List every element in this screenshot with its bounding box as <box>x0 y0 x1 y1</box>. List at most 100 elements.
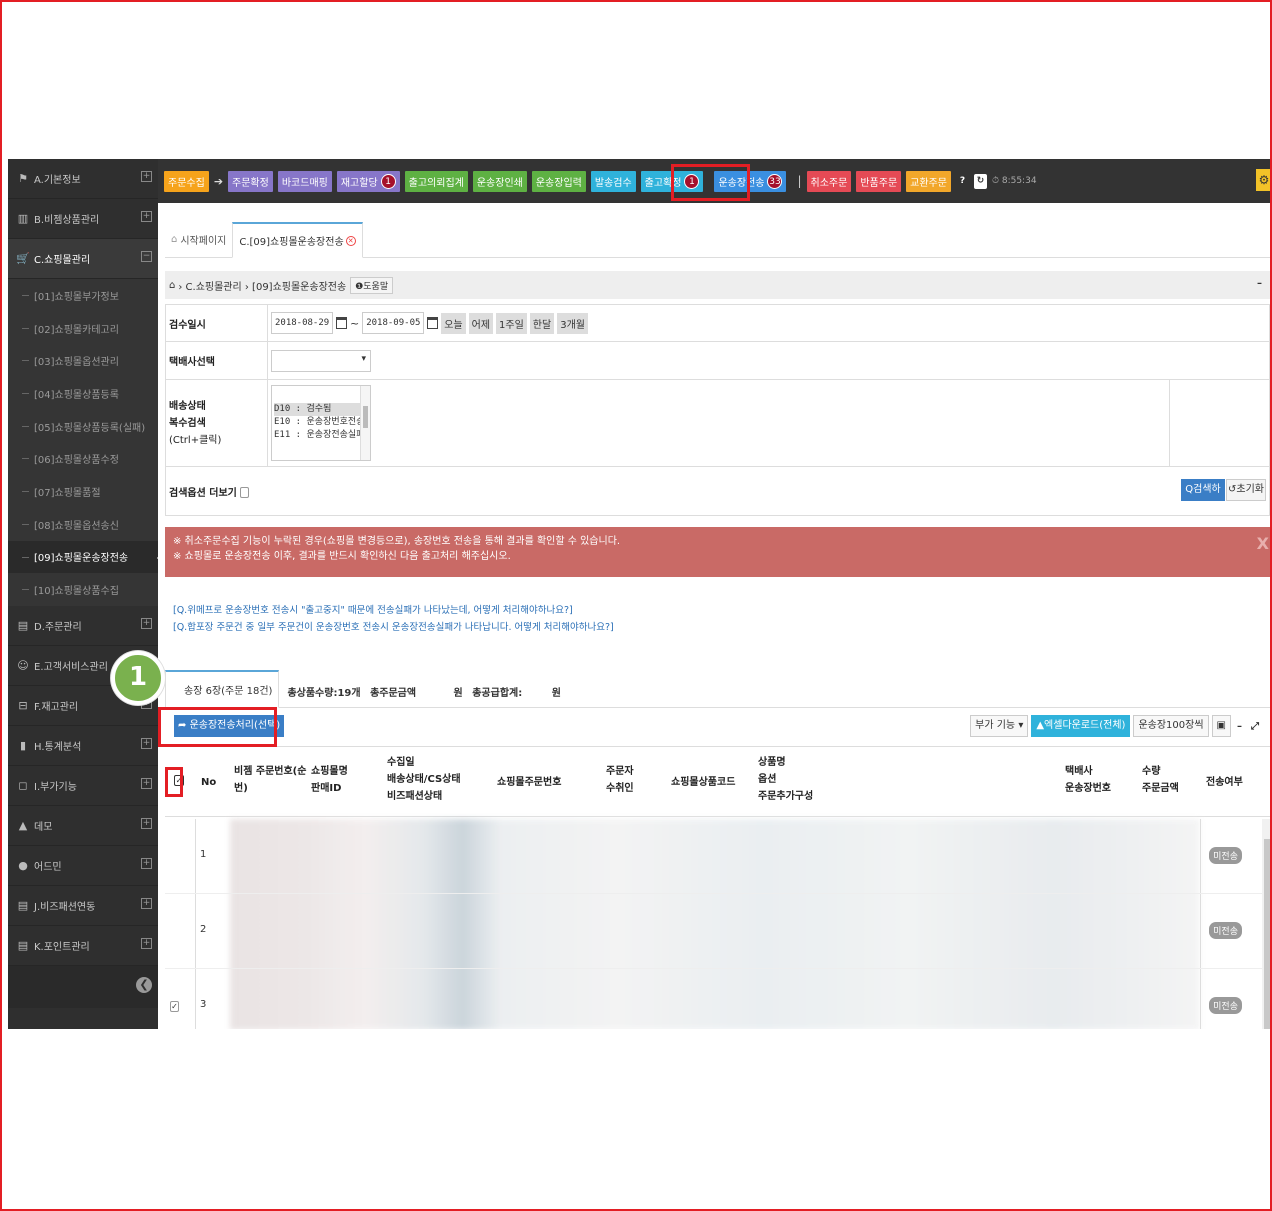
close-alert-icon[interactable]: X <box>1257 536 1269 552</box>
faq-link[interactable]: [Q.위메프로 운송장번호 전송시 "출고중지" 때문에 전송실패가 나타났는데… <box>173 602 1272 619</box>
tab-invoice-summary[interactable]: 송장 6장(주문 18건) <box>165 670 280 708</box>
page-size-select[interactable]: 운송장100장씩 <box>1133 715 1209 737</box>
sidebar-subitem[interactable]: [02]쇼핑몰카테고리 <box>8 312 158 345</box>
currency-unit: 원 <box>551 688 561 699</box>
col-header-no[interactable]: No <box>201 774 216 791</box>
exchange-orders-button[interactable]: 교환주문 <box>906 170 951 192</box>
sidebar-subitem[interactable]: [06]쇼핑몰상품수정 <box>8 442 158 475</box>
sidebar-item-basic-info[interactable]: ⚑ A.기본정보 + <box>8 159 158 199</box>
sidebar-subitem[interactable]: [05]쇼핑몰상품등록(실패) <box>8 410 158 443</box>
status-label-line: 복수검색 <box>169 417 206 429</box>
date-to-input[interactable]: 2018-09-05 <box>362 312 425 334</box>
table-row[interactable]: 1 미전송 <box>165 819 1272 894</box>
extra-features-dropdown[interactable]: 부가 기능 ▾ <box>970 715 1029 737</box>
expand-icon[interactable]: + <box>141 857 152 869</box>
sidebar-subitem[interactable]: [10]쇼핑몰상품수집 <box>8 573 158 606</box>
col-header-product[interactable]: 상품명 옵션 주문추가구성 <box>758 754 813 805</box>
return-orders-button[interactable]: 반품주문 <box>856 170 902 192</box>
calendar-icon[interactable] <box>427 317 439 329</box>
home-icon[interactable]: ⌂ <box>169 280 175 291</box>
column-settings-icon[interactable]: ▣ <box>1211 715 1231 737</box>
quick-3months-button[interactable]: 3개월 <box>557 312 588 334</box>
more-options-checkbox[interactable] <box>240 487 250 498</box>
col-header-order-no[interactable]: 비젬 주문번호(순 번) <box>234 763 306 797</box>
sidebar-subitem[interactable]: [07]쇼핑몰품절 <box>8 475 158 508</box>
collapse-sidebar-icon[interactable]: ❮ <box>136 976 152 993</box>
col-header-sent[interactable]: 전송여부 <box>1206 774 1243 791</box>
expand-icon[interactable]: + <box>141 897 152 909</box>
sidebar-item-label: D.주문관리 <box>34 621 82 633</box>
sidebar-item-product[interactable]: ▥ B.비젬상품관리 + <box>8 199 158 239</box>
row-checkbox[interactable]: ✓ <box>170 999 179 1012</box>
tab-home[interactable]: ⌂ 시작페이지 <box>165 221 232 257</box>
expand-icon[interactable]: + <box>141 737 152 749</box>
listbox-scrollbar[interactable] <box>360 386 370 460</box>
more-options[interactable]: 검색옵션 더보기 <box>166 484 366 499</box>
minimize-icon[interactable]: – <box>1234 721 1245 732</box>
col-header-buyer[interactable]: 주문자 수취인 <box>606 763 634 797</box>
quick-week-button[interactable]: 1주일 <box>496 312 527 334</box>
help-button[interactable]: ❶도움말 <box>350 276 394 294</box>
help-icon[interactable]: ? <box>956 174 969 189</box>
col-header-collect[interactable]: 수집일 배송상태/CS상태 비즈패션상태 <box>387 754 461 805</box>
quick-month-button[interactable]: 한달 <box>529 312 555 334</box>
sidebar-item-order[interactable]: ▤ D.주문관리 + <box>8 606 158 646</box>
col-header-mall-code[interactable]: 쇼핑몰상품코드 <box>671 774 735 791</box>
col-header-qty[interactable]: 수량 주문금액 <box>1142 763 1179 797</box>
expand-icon[interactable]: + <box>141 171 152 182</box>
collapse-panel-icon[interactable]: – <box>1257 278 1262 289</box>
confirm-orders-button[interactable]: 주문확정 <box>228 170 273 192</box>
sidebar-item-point[interactable]: ▤ K.포인트관리 + <box>8 926 158 966</box>
table-row[interactable]: ✓ 3 미전송 <box>165 969 1272 1029</box>
quick-yesterday-button[interactable]: 어제 <box>468 312 494 334</box>
settings-gear-icon[interactable]: ⚙ <box>1256 169 1272 191</box>
status-option[interactable]: E11 : 운송장전송실패 <box>274 429 368 442</box>
stock-allocation-button[interactable]: 재고할당 1 <box>336 170 400 192</box>
collapse-icon[interactable]: − <box>141 251 152 262</box>
search-button[interactable]: Q검색하기 <box>1181 479 1225 517</box>
expand-icon[interactable]: + <box>141 211 152 222</box>
sidebar-subitem[interactable]: [01]쇼핑몰부가정보 <box>8 279 158 312</box>
excel-download-button[interactable]: ▲엑셀다운로드(전체) <box>1031 715 1131 737</box>
date-from-input[interactable]: 2018-08-29 <box>271 312 333 334</box>
shipping-request-button[interactable]: 출고의뢰집계 <box>404 170 468 192</box>
expand-icon[interactable]: + <box>141 817 152 829</box>
faq-link[interactable]: [Q.합포장 주문건 중 일부 주문건이 운송장번호 전송시 운송장전송실패가 … <box>173 619 1272 636</box>
sidebar-item-extra[interactable]: ◻ I.부가기능 + <box>8 766 158 806</box>
sidebar-item-bizfashion[interactable]: ▤ J.비즈패션연동 + <box>8 886 158 926</box>
quick-today-button[interactable]: 오늘 <box>441 312 466 334</box>
close-tab-icon[interactable]: ✕ <box>345 235 356 246</box>
sidebar-item-stats[interactable]: ▮ H.통계분석 + <box>8 726 158 766</box>
expand-icon[interactable]: ⤢ <box>1248 721 1262 732</box>
col-header-mall[interactable]: 쇼핑몰명 판매ID <box>311 763 348 797</box>
col-header-courier[interactable]: 택배사 운송장번호 <box>1065 763 1111 797</box>
enter-invoice-button[interactable]: 운송장입력 <box>531 170 586 192</box>
button-label: 주문확정 <box>232 177 269 189</box>
sidebar-subitem[interactable]: [04]쇼핑몰상품등록 <box>8 377 158 410</box>
status-option[interactable]: E10 : 운송장번호전송 <box>274 416 368 429</box>
expand-icon[interactable]: + <box>141 617 152 629</box>
tab-invoice-send[interactable]: C.[09]쇼핑몰운송장전송 ✕ <box>232 222 363 258</box>
collect-orders-button[interactable]: 주문수집 <box>164 170 209 192</box>
sidebar-item-demo[interactable]: ▲ 데모 + <box>8 806 158 846</box>
sidebar-subitem-current[interactable]: [09]쇼핑몰운송장전송 <box>8 540 164 574</box>
grid-scrollbar[interactable] <box>1262 819 1272 1029</box>
sidebar-subitem[interactable]: [03]쇼핑몰옵션관리 <box>8 344 158 377</box>
col-header-mall-order[interactable]: 쇼핑몰주문번호 <box>497 774 561 791</box>
sidebar-item-admin[interactable]: ● 어드민 + <box>8 846 158 886</box>
courier-select[interactable] <box>271 349 371 372</box>
print-invoice-button[interactable]: 운송장인쇄 <box>472 170 527 192</box>
refresh-icon[interactable]: ↻ <box>973 173 987 189</box>
calendar-icon[interactable] <box>336 317 347 329</box>
sidebar-subitem[interactable]: [08]쇼핑몰옵션송신 <box>8 508 158 541</box>
sidebar-item-mall[interactable]: 🛒 C.쇼핑몰관리 − <box>8 239 158 279</box>
table-row[interactable]: 2 미전송 <box>165 894 1272 969</box>
status-multiselect[interactable]: D10 : 검수됨 E10 : 운송장번호전송 E11 : 운송장전송실패 <box>271 385 371 461</box>
cancel-orders-button[interactable]: 취소주문 <box>806 170 852 192</box>
barcode-mapping-button[interactable]: 바코드매핑 <box>277 170 332 192</box>
expand-icon[interactable]: + <box>141 937 152 949</box>
reset-button[interactable]: ↺초기화 <box>1226 479 1266 501</box>
status-option[interactable]: D10 : 검수됨 <box>274 403 368 416</box>
expand-icon[interactable]: + <box>141 777 152 789</box>
shipping-check-button[interactable]: 발송검수 <box>590 170 636 192</box>
